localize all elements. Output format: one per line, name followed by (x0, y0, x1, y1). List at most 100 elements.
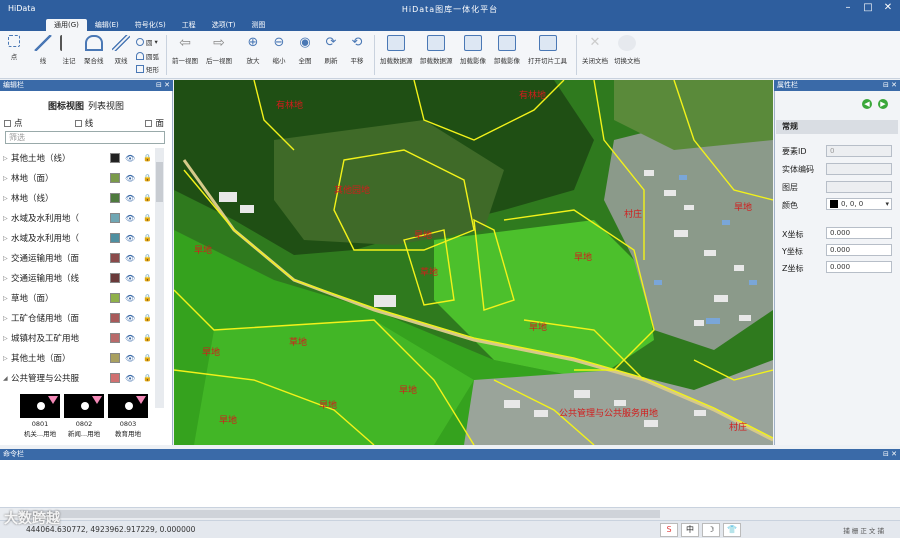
horizontal-scrollbar[interactable] (0, 508, 900, 520)
filter-line-checkbox[interactable]: 线 (74, 117, 93, 129)
pan-button[interactable]: ⟲ 平移 (348, 35, 366, 65)
eye-icon[interactable]: 👁 (125, 354, 135, 363)
full-view-button[interactable]: ◉ 全图 (296, 35, 314, 65)
layer-row[interactable]: ▷ 林地（线） 👁 🔒 (3, 188, 155, 208)
menu-edit[interactable]: 编辑(E) (87, 19, 127, 31)
lock-icon[interactable]: 🔒 (143, 274, 152, 282)
unload-image-button[interactable]: 卸载影像 (494, 35, 520, 65)
eye-icon[interactable]: 👁 (125, 274, 135, 283)
lock-icon[interactable]: 🔒 (143, 194, 152, 202)
line-button[interactable]: 线 (34, 35, 52, 65)
lock-icon[interactable]: 🔒 (143, 374, 152, 382)
menu-options[interactable]: 选项(T) (204, 19, 244, 31)
ime-skin-icon[interactable]: 👕 (723, 523, 741, 537)
eye-icon[interactable]: 👁 (125, 374, 135, 383)
eye-icon[interactable]: 👁 (125, 174, 135, 183)
filter-point-checkbox[interactable]: 点 (4, 117, 23, 129)
lock-icon[interactable]: 🔒 (143, 254, 152, 262)
command-input-area[interactable] (0, 460, 900, 508)
expand-right-icon[interactable]: ▷ (3, 255, 11, 262)
refresh-button[interactable]: ⟳ 刷新 (322, 35, 340, 65)
lock-icon[interactable]: 🔒 (143, 154, 152, 162)
tab-list-view[interactable]: 列表视图 (86, 102, 126, 112)
close-doc-button[interactable]: ✕ 关闭文档 (582, 35, 608, 65)
lock-icon[interactable]: 🔒 (143, 294, 152, 302)
symbol-item[interactable]: 0802 新闻...用地 (64, 394, 104, 438)
switch-doc-button[interactable]: 切换文档 (614, 35, 640, 65)
layer-row[interactable]: ◢ 公共管理与公共服 👁 🔒 (3, 368, 155, 388)
menu-survey[interactable]: 测图 (243, 19, 273, 31)
lock-icon[interactable]: 🔒 (143, 174, 152, 182)
eye-icon[interactable]: 👁 (125, 334, 135, 343)
y-coord-field[interactable]: 0.000 (826, 244, 892, 256)
panel-pin-close-icon[interactable]: ⊟ ✕ (883, 80, 897, 91)
menu-symbolize[interactable]: 符号化(S) (127, 19, 174, 31)
menu-general[interactable]: 通用(G) (46, 19, 87, 31)
layer-row[interactable]: ▷ 城镇村及工矿用地 👁 🔒 (3, 328, 155, 348)
layer-row[interactable]: ▷ 工矿仓储用地（面 👁 🔒 (3, 308, 155, 328)
filter-input[interactable]: 筛选 (5, 131, 165, 144)
feature-id-field[interactable]: 0 (826, 145, 892, 157)
layer-row[interactable]: ▷ 林地（面） 👁 🔒 (3, 168, 155, 188)
expand-down-icon[interactable]: ◢ (3, 375, 11, 382)
expand-right-icon[interactable]: ▷ (3, 215, 11, 222)
layer-row[interactable]: ▷ 其他土地（线） 👁 🔒 (3, 148, 155, 168)
layer-field[interactable] (826, 181, 892, 193)
eye-icon[interactable]: 👁 (125, 194, 135, 203)
lock-icon[interactable]: 🔒 (143, 334, 152, 342)
point-button[interactable]: 点 (8, 35, 20, 61)
ime-logo-icon[interactable]: S (660, 523, 678, 537)
map-canvas[interactable]: 有林地 有林地 其他园地 草地 草地 旱地 旱地 旱地 旱地 旱地 旱地 旱地 … (174, 80, 773, 445)
entity-code-field[interactable] (826, 163, 892, 175)
eye-icon[interactable]: 👁 (125, 154, 135, 163)
ime-chinese-toggle[interactable]: 中 (681, 523, 699, 537)
ime-moon-icon[interactable]: ☽ (702, 523, 720, 537)
expand-right-icon[interactable]: ▷ (3, 155, 11, 162)
eye-icon[interactable]: 👁 (125, 294, 135, 303)
zoom-out-button[interactable]: ⊖ 缩小 (270, 35, 288, 65)
eye-icon[interactable]: 👁 (125, 234, 135, 243)
layer-row[interactable]: ▷ 草地（面） 👁 🔒 (3, 288, 155, 308)
expand-right-icon[interactable]: ▷ (3, 295, 11, 302)
load-image-button[interactable]: 加载影像 (460, 35, 486, 65)
prev-view-button[interactable]: ⇦ 前一视图 (172, 35, 198, 65)
symbol-item[interactable]: 0801 机关...用地 (20, 394, 60, 438)
symbol-item[interactable]: 0803 教育用地 (108, 394, 148, 438)
lock-icon[interactable]: 🔒 (143, 234, 152, 242)
snap-toggles[interactable]: 捕 栅 正 文 捕 (843, 525, 884, 535)
rect-button[interactable]: 矩形 (136, 64, 159, 74)
eye-icon[interactable]: 👁 (125, 214, 135, 223)
expand-right-icon[interactable]: ▷ (3, 235, 11, 242)
layer-row[interactable]: ▷ 交通运输用地（面 👁 🔒 (3, 248, 155, 268)
lock-icon[interactable]: 🔒 (143, 354, 152, 362)
panel-pin-close-icon[interactable]: ⊟ ✕ (156, 80, 170, 91)
tab-icon-view[interactable]: 图标视图 (46, 102, 86, 112)
zoom-in-button[interactable]: ⊕ 放大 (244, 35, 262, 65)
eye-icon[interactable]: 👁 (125, 254, 135, 263)
x-coord-field[interactable]: 0.000 (826, 227, 892, 239)
close-button[interactable]: ✕ (880, 1, 896, 15)
expand-right-icon[interactable]: ▷ (3, 335, 11, 342)
next-record-icon[interactable]: ▶ (878, 99, 888, 109)
layer-scrollbar[interactable] (155, 148, 164, 408)
next-view-button[interactable]: ⇨ 后一视图 (206, 35, 232, 65)
prev-record-icon[interactable]: ◀ (862, 99, 872, 109)
color-picker[interactable]: 0, 0, 0 ▾ (826, 198, 892, 210)
arc-button[interactable]: 圆弧 (136, 51, 159, 61)
double-line-button[interactable]: 双线 (112, 35, 130, 65)
expand-right-icon[interactable]: ▷ (3, 275, 11, 282)
expand-right-icon[interactable]: ▷ (3, 315, 11, 322)
panel-pin-close-icon[interactable]: ⊟ ✕ (883, 449, 897, 460)
circle-button[interactable]: 圆 ▾ (136, 37, 158, 47)
menu-project[interactable]: 工程 (174, 19, 204, 31)
load-data-button[interactable]: 加载数据源 (380, 35, 413, 65)
eye-icon[interactable]: 👁 (125, 314, 135, 323)
expand-right-icon[interactable]: ▷ (3, 355, 11, 362)
layer-row[interactable]: ▷ 水域及水利用地（ 👁 🔒 (3, 208, 155, 228)
layer-row[interactable]: ▷ 其他土地（面） 👁 🔒 (3, 348, 155, 368)
minimize-button[interactable]: – (840, 1, 856, 15)
unload-data-button[interactable]: 卸载数据源 (420, 35, 453, 65)
maximize-button[interactable]: □ (860, 1, 876, 15)
open-tiles-button[interactable]: 打开切片工具 (528, 35, 567, 65)
layer-row[interactable]: ▷ 交通运输用地（线 👁 🔒 (3, 268, 155, 288)
